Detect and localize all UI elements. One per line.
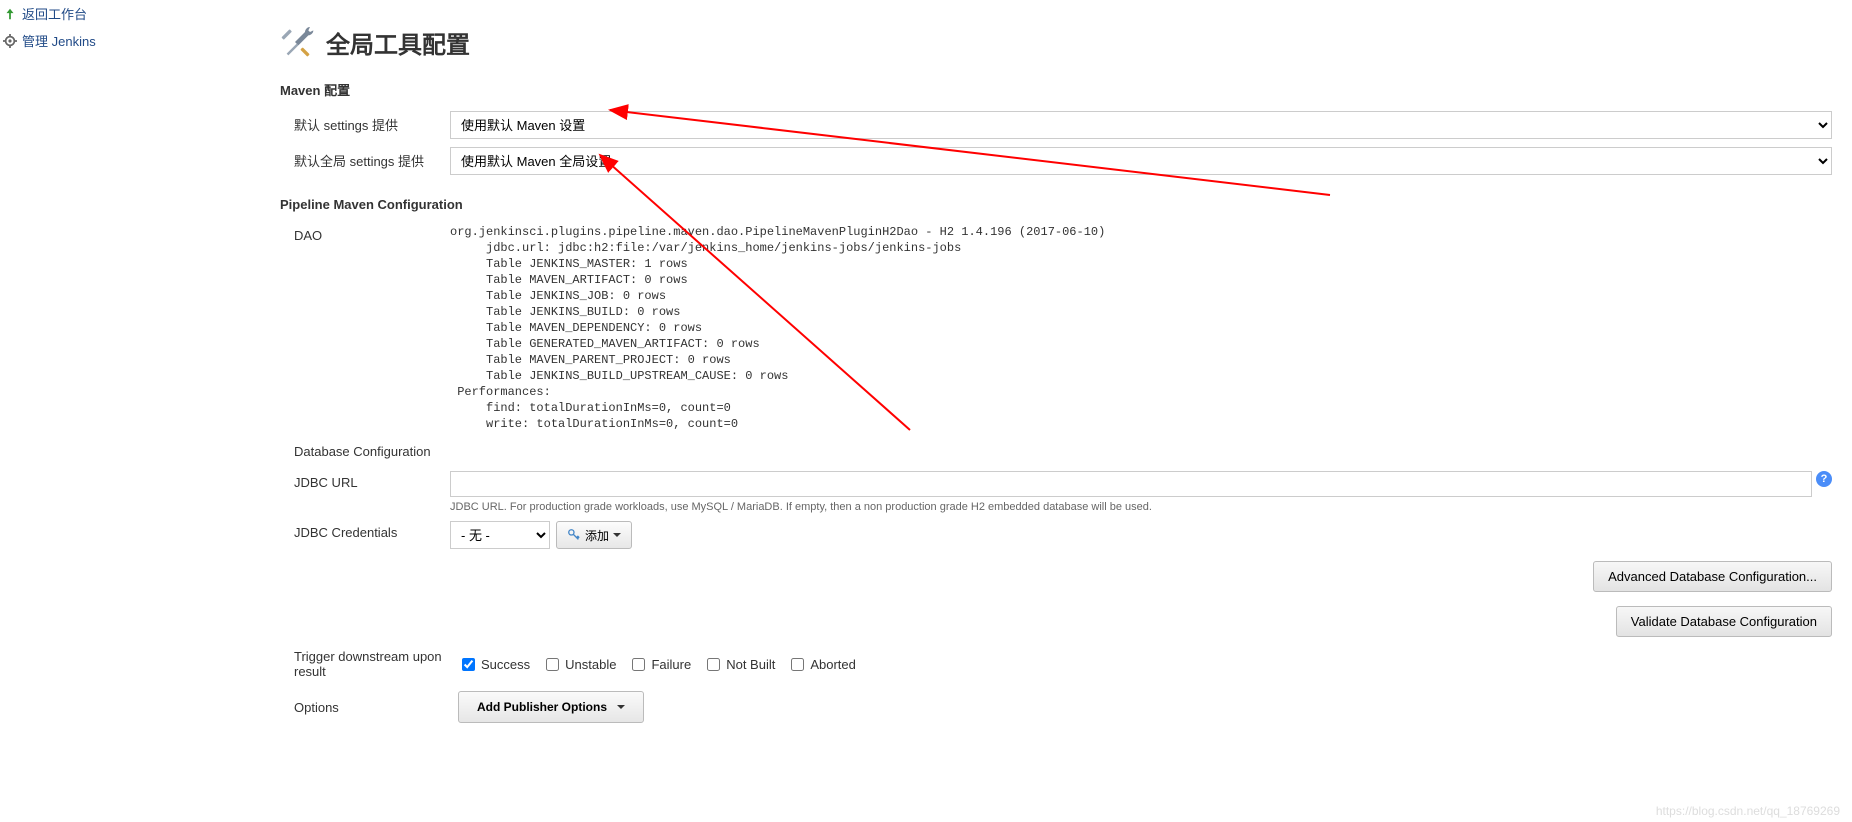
global-settings-provider-label: 默认全局 settings 提供 bbox=[280, 143, 450, 179]
trigger-failure-checkbox[interactable] bbox=[632, 658, 645, 671]
trigger-label: Trigger downstream upon result bbox=[294, 649, 450, 679]
nav-manage-link[interactable]: 管理 Jenkins bbox=[22, 31, 96, 50]
page-title: 全局工具配置 bbox=[326, 25, 470, 60]
jdbc-credentials-label: JDBC Credentials bbox=[280, 517, 450, 553]
trigger-not-built-checkbox[interactable] bbox=[707, 658, 720, 671]
trigger-aborted-checkbox[interactable] bbox=[791, 658, 804, 671]
trigger-failure[interactable]: Failure bbox=[628, 655, 691, 674]
global-settings-provider-select[interactable]: 使用默认 Maven 全局设置 bbox=[450, 147, 1832, 175]
trigger-unstable-checkbox[interactable] bbox=[546, 658, 559, 671]
advanced-db-config-button[interactable]: Advanced Database Configuration... bbox=[1593, 561, 1832, 592]
trigger-unstable[interactable]: Unstable bbox=[542, 655, 616, 674]
maven-section-title: Maven 配置 bbox=[280, 80, 1832, 99]
trigger-success[interactable]: Success bbox=[458, 655, 530, 674]
pipeline-section-title: Pipeline Maven Configuration bbox=[280, 197, 1832, 212]
tools-icon bbox=[280, 22, 320, 62]
nav-back-link[interactable]: 返回工作台 bbox=[22, 4, 87, 23]
settings-provider-label: 默认 settings 提供 bbox=[280, 107, 450, 143]
nav-back-to-dashboard[interactable]: 返回工作台 bbox=[0, 0, 274, 27]
trigger-not-built[interactable]: Not Built bbox=[703, 655, 775, 674]
trigger-success-checkbox[interactable] bbox=[462, 658, 475, 671]
dao-label: DAO bbox=[280, 220, 450, 436]
help-icon[interactable]: ? bbox=[1816, 471, 1832, 487]
database-config-label: Database Configuration bbox=[280, 436, 450, 467]
dao-details: org.jenkinsci.plugins.pipeline.maven.dao… bbox=[450, 224, 1832, 432]
settings-provider-select[interactable]: 使用默认 Maven 设置 bbox=[450, 111, 1832, 139]
trigger-aborted[interactable]: Aborted bbox=[787, 655, 856, 674]
jdbc-url-label: JDBC URL bbox=[280, 467, 450, 517]
sidebar: 返回工作台 管理 Jenkins bbox=[0, 0, 280, 729]
gear-icon bbox=[2, 33, 18, 49]
options-label: Options bbox=[294, 700, 450, 715]
jdbc-url-help: JDBC URL. For production grade workloads… bbox=[450, 501, 1832, 513]
nav-manage-jenkins[interactable]: 管理 Jenkins bbox=[0, 27, 274, 54]
jdbc-credentials-select[interactable]: - 无 - bbox=[450, 521, 550, 549]
watermark: https://blog.csdn.net/qq_18769269 bbox=[1656, 804, 1840, 818]
page-header: 全局工具配置 bbox=[280, 22, 1832, 62]
add-publisher-options-button[interactable]: Add Publisher Options bbox=[458, 691, 644, 723]
add-credentials-button[interactable]: 添加 bbox=[556, 521, 632, 549]
chevron-down-icon bbox=[617, 705, 625, 709]
jdbc-url-input[interactable] bbox=[450, 471, 1812, 497]
key-icon bbox=[567, 528, 581, 542]
validate-db-config-button[interactable]: Validate Database Configuration bbox=[1616, 606, 1832, 637]
chevron-down-icon bbox=[613, 533, 621, 537]
main-content: 全局工具配置 Maven 配置 默认 settings 提供 使用默认 Mave… bbox=[280, 0, 1852, 729]
arrow-up-icon bbox=[2, 6, 18, 22]
